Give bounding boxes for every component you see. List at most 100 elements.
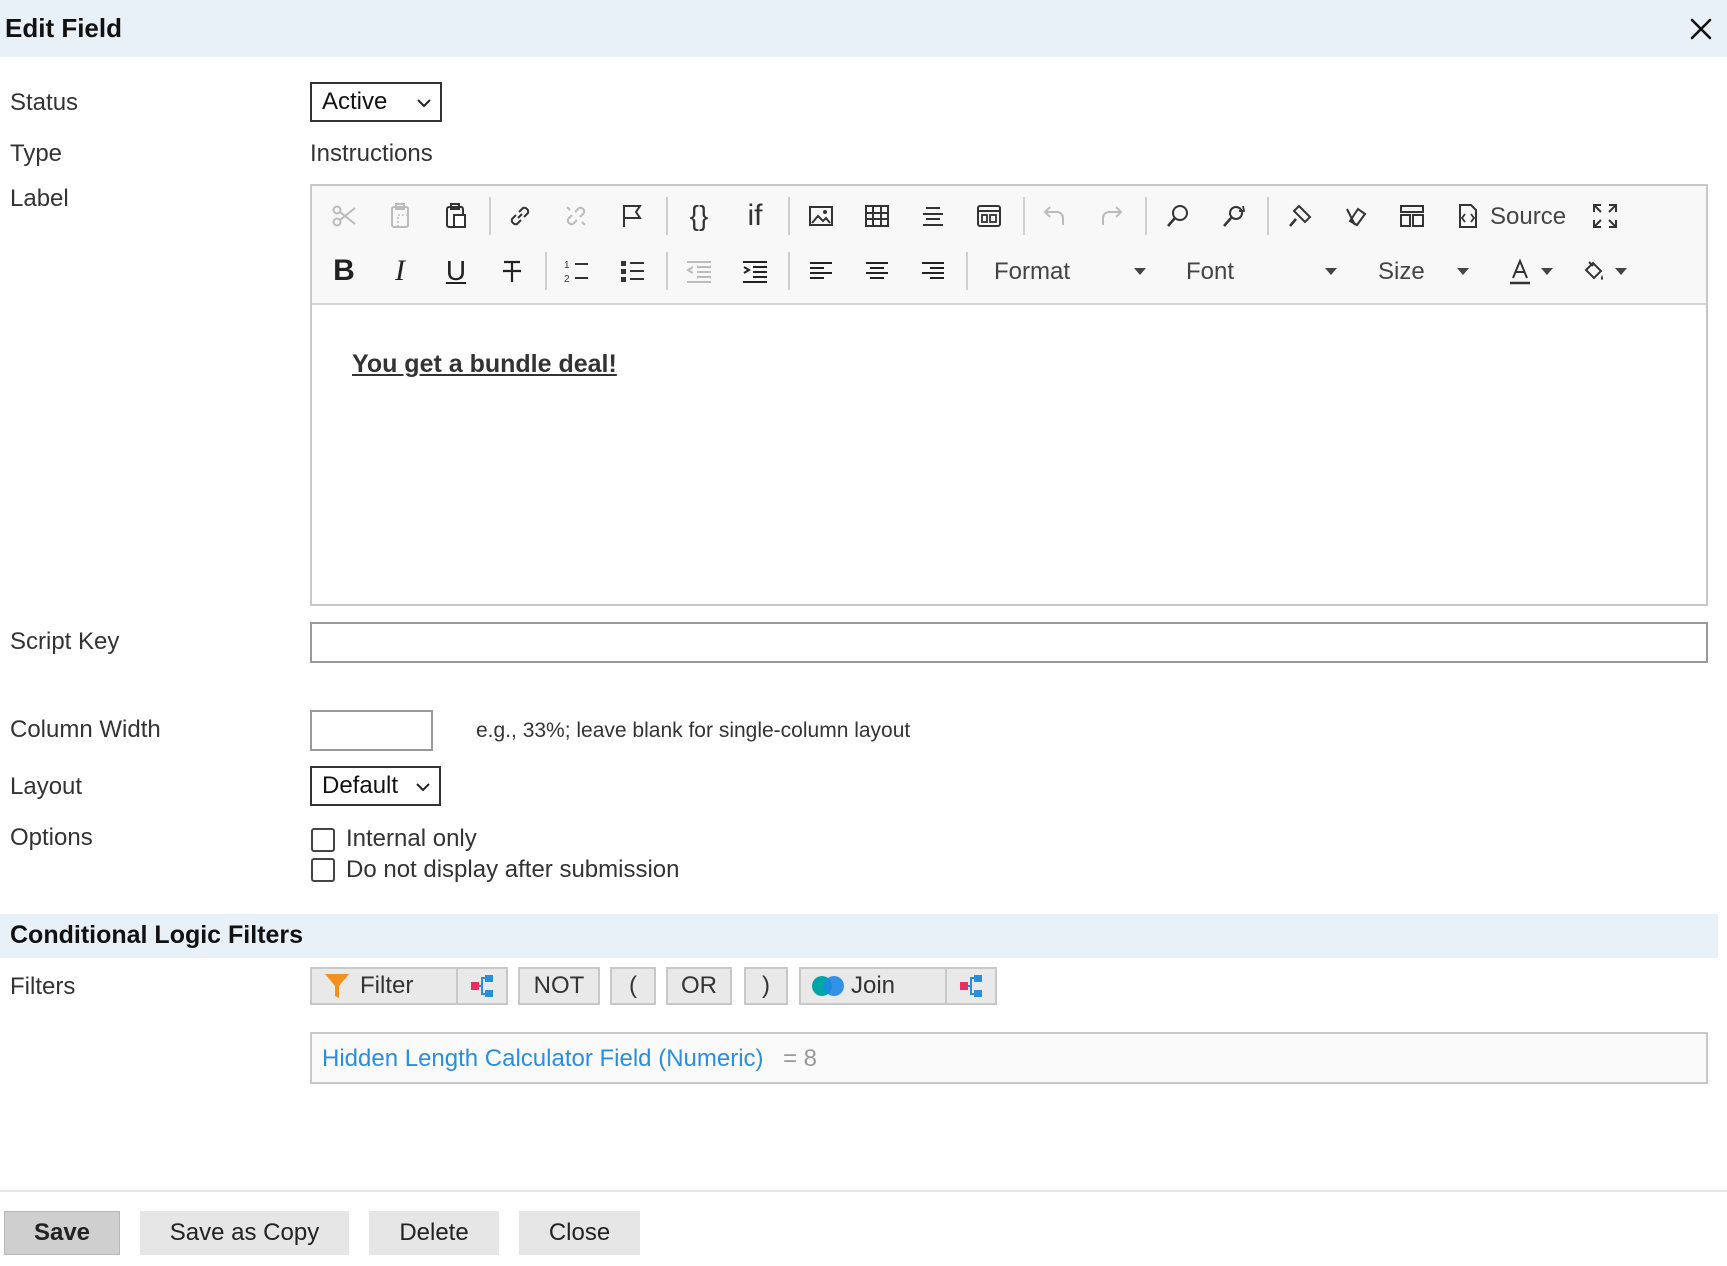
numbered-list-icon[interactable]: 12 (557, 251, 597, 291)
status-select[interactable]: Active (310, 82, 442, 122)
save-button[interactable]: Save (4, 1211, 120, 1255)
strikethrough-icon[interactable] (492, 251, 532, 291)
bold-icon[interactable]: B (324, 251, 364, 291)
or-button[interactable]: OR (666, 967, 732, 1005)
toolbar-separator (966, 252, 968, 290)
unlink-icon[interactable] (556, 196, 596, 236)
hide-after-submission-label: Do not display after submission (346, 856, 680, 883)
align-right-icon[interactable] (913, 251, 953, 291)
bulleted-list-icon[interactable] (613, 251, 653, 291)
find-icon[interactable] (1158, 196, 1198, 236)
script-key-label: Script Key (10, 628, 120, 655)
not-button[interactable]: NOT (518, 967, 600, 1005)
close-icon[interactable] (1684, 12, 1718, 46)
open-paren-button[interactable]: ( (610, 967, 656, 1005)
dialog-title: Edit Field (5, 13, 122, 43)
format-painter-icon[interactable] (1280, 196, 1320, 236)
toolbar-separator (545, 252, 547, 290)
font-dropdown-label[interactable]: Font (1186, 258, 1234, 286)
hierarchy-icon (471, 975, 493, 997)
underline-icon[interactable]: U (436, 251, 476, 291)
cut-icon[interactable] (324, 196, 364, 236)
layout-select[interactable]: Default (310, 766, 441, 806)
placeholder-braces-icon[interactable]: {} (679, 196, 719, 236)
maximize-icon[interactable] (1585, 196, 1625, 236)
undo-icon[interactable] (1035, 196, 1075, 236)
clear-formatting-icon[interactable] (1336, 196, 1376, 236)
svg-text:2: 2 (564, 274, 570, 285)
status-label: Status (10, 89, 79, 116)
background-color-arrow-icon[interactable] (1615, 268, 1627, 275)
chevron-down-icon (417, 99, 431, 108)
layout-label: Layout (10, 773, 83, 800)
link-icon[interactable] (500, 196, 540, 236)
table-icon[interactable] (857, 196, 897, 236)
toolbar-separator (1023, 197, 1025, 235)
template-icon[interactable] (969, 196, 1009, 236)
filter-rule-field[interactable]: Hidden Length Calculator Field (Numeric) (322, 1045, 764, 1073)
format-dropdown-label[interactable]: Format (994, 258, 1070, 286)
close-paren-button[interactable]: ) (744, 967, 788, 1005)
delete-button[interactable]: Delete (369, 1211, 499, 1255)
italic-icon[interactable]: I (380, 251, 420, 291)
size-dropdown-label[interactable]: Size (1378, 258, 1425, 286)
replace-icon[interactable] (1214, 196, 1254, 236)
toolbar-separator (489, 197, 491, 235)
format-dropdown-arrow-icon[interactable] (1134, 268, 1146, 275)
footer-divider (0, 1190, 1727, 1192)
funnel-icon (325, 974, 349, 998)
horizontal-line-icon[interactable] (913, 196, 953, 236)
toolbar-separator (1145, 197, 1147, 235)
toolbar-separator (666, 197, 668, 235)
join-icon (812, 976, 844, 996)
editor-content[interactable]: You get a bundle deal! (352, 350, 617, 379)
status-select-value: Active (322, 88, 388, 115)
layout-blocks-icon[interactable] (1392, 196, 1432, 236)
chevron-down-icon (416, 783, 430, 792)
save-as-copy-button[interactable]: Save as Copy (140, 1211, 349, 1255)
join-button[interactable]: Join (799, 967, 947, 1005)
background-color-icon[interactable] (1573, 251, 1613, 291)
size-dropdown-arrow-icon[interactable] (1457, 268, 1469, 275)
type-value: Instructions (310, 140, 433, 167)
increase-indent-icon[interactable] (735, 251, 775, 291)
label-label: Label (10, 185, 69, 212)
layout-select-value: Default (322, 772, 399, 799)
image-icon[interactable] (801, 196, 841, 236)
text-color-arrow-icon[interactable] (1541, 268, 1553, 275)
text-color-icon[interactable] (1500, 251, 1540, 291)
hide-after-submission-checkbox[interactable] (311, 858, 335, 882)
column-width-hint: e.g., 33%; leave blank for single-column… (476, 719, 911, 742)
filter-hierarchy-button[interactable] (456, 967, 508, 1005)
copy-icon[interactable] (380, 196, 420, 236)
toolbar-separator (788, 252, 790, 290)
script-key-input[interactable] (310, 622, 1708, 663)
dialog-titlebar (0, 0, 1727, 57)
close-button[interactable]: Close (519, 1211, 640, 1255)
column-width-label: Column Width (10, 716, 161, 743)
paste-icon[interactable] (436, 196, 476, 236)
decrease-indent-icon[interactable] (679, 251, 719, 291)
anchor-flag-icon[interactable] (612, 196, 652, 236)
toolbar-separator (666, 252, 668, 290)
filter-button-label: Filter (360, 972, 414, 999)
align-left-icon[interactable] (801, 251, 841, 291)
filters-label: Filters (10, 973, 76, 1000)
filter-button[interactable]: Filter (310, 967, 458, 1005)
options-label: Options (10, 824, 93, 851)
font-dropdown-arrow-icon[interactable] (1325, 268, 1337, 275)
internal-only-label: Internal only (346, 825, 477, 852)
redo-icon[interactable] (1091, 196, 1131, 236)
column-width-input[interactable] (310, 710, 433, 751)
join-hierarchy-button[interactable] (945, 967, 997, 1005)
source-button-label[interactable]: Source (1490, 203, 1566, 231)
svg-text:1: 1 (564, 260, 570, 271)
type-label: Type (10, 140, 63, 167)
internal-only-checkbox[interactable] (311, 828, 335, 852)
toolbar-separator (788, 197, 790, 235)
source-code-icon[interactable] (1447, 196, 1487, 236)
hierarchy-icon (960, 975, 982, 997)
toolbar-separator (1267, 197, 1269, 235)
if-condition-icon[interactable]: if (735, 196, 775, 236)
align-center-icon[interactable] (857, 251, 897, 291)
